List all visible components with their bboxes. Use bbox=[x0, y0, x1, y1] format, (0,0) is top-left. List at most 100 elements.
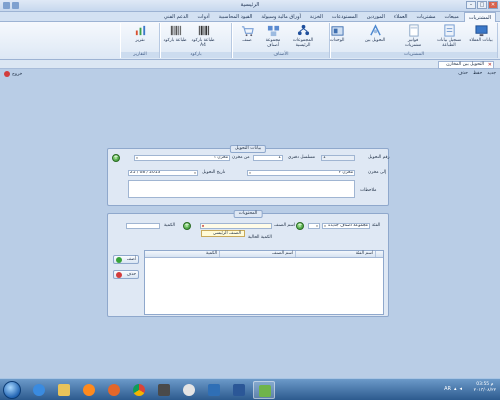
add-icon bbox=[116, 257, 122, 263]
contents-grid: اسم الفئة اسم الصنف الكمية bbox=[144, 250, 384, 315]
taskbar-app[interactable] bbox=[153, 381, 175, 399]
purchase-invoices-button[interactable]: فواتير مشتريات bbox=[400, 24, 426, 48]
settings-doc-icon bbox=[443, 24, 455, 37]
new-button[interactable]: جديد bbox=[487, 71, 496, 76]
taskbar-ie[interactable] bbox=[28, 381, 50, 399]
exit-button[interactable]: خروج bbox=[12, 72, 22, 77]
notes-textarea[interactable] bbox=[128, 180, 355, 198]
taskbar-media[interactable] bbox=[78, 381, 100, 399]
from-store-select[interactable]: ▾ مخزن ١ bbox=[134, 155, 230, 161]
tab-support[interactable]: الدعم الفني bbox=[160, 12, 193, 22]
doc-no-field[interactable]: 1 bbox=[253, 155, 283, 161]
media-player-icon bbox=[83, 384, 95, 396]
word-icon bbox=[233, 384, 245, 396]
tab-treasury[interactable]: الخزنة bbox=[306, 12, 327, 22]
tab-warehouses[interactable]: المستودعات bbox=[328, 12, 362, 22]
clock[interactable]: 03:55 م ٢٠١٣/٠٨/٢٢ bbox=[474, 382, 496, 394]
transfer-between-button[interactable]: التحويل بين bbox=[362, 24, 388, 43]
report-button[interactable]: تقرير bbox=[127, 24, 153, 43]
delete-row-button[interactable]: حذف bbox=[113, 270, 139, 279]
main-groups-button[interactable]: المجموعات الرئيسية bbox=[290, 24, 316, 48]
accounting-app-icon bbox=[259, 385, 271, 397]
ribbon-button-label: بيانات العملاء bbox=[469, 38, 493, 43]
group-dropdown-arrow[interactable]: ▾ bbox=[308, 223, 320, 229]
ribbon-button-label: الوحدات bbox=[329, 38, 345, 43]
group-select[interactable]: ▾ مجموعة أصناف جديدة bbox=[322, 223, 370, 229]
grid-header-item[interactable]: اسم الصنف bbox=[219, 251, 295, 257]
ribbon-group-label: الأصناف bbox=[233, 52, 329, 58]
taskbar-explorer[interactable] bbox=[53, 381, 75, 399]
tab-tools[interactable]: أدوات bbox=[193, 12, 213, 22]
from-store-value: مخزن ١ bbox=[213, 155, 228, 160]
print-barcode-button[interactable]: طباعة باركود bbox=[162, 24, 188, 43]
item-button[interactable]: صنف bbox=[234, 24, 260, 43]
delete-button[interactable]: حذف bbox=[458, 71, 468, 76]
close-tab-icon[interactable]: ✕ bbox=[488, 62, 492, 68]
ribbon-group-label: التقارير bbox=[121, 52, 159, 58]
clock-date: ٢٠١٣/٠٨/٢٢ bbox=[473, 388, 496, 393]
tab-journal[interactable]: القيود المحاسبية bbox=[215, 12, 257, 22]
item-dropdown-option[interactable]: الصنف الرئيسي bbox=[201, 230, 245, 237]
taskbar-eye-app[interactable] bbox=[178, 381, 200, 399]
barcode-icon bbox=[170, 25, 181, 36]
system-tray: AR ▴ ◂ bbox=[444, 386, 462, 392]
group-value: مجموعة أصناف جديدة bbox=[328, 223, 368, 228]
add-row-label: أضف bbox=[126, 257, 136, 262]
qty-field[interactable] bbox=[126, 223, 160, 229]
section-title: بيانات التحويل bbox=[229, 145, 267, 153]
add-group-button[interactable]: + bbox=[296, 222, 304, 230]
add-row-button[interactable]: أضف bbox=[113, 255, 139, 264]
maximize-button[interactable]: □ bbox=[477, 1, 487, 9]
close-button[interactable]: ✕ bbox=[488, 1, 498, 9]
firefox-icon bbox=[108, 384, 120, 396]
transfer-icon bbox=[369, 24, 381, 36]
tab-suppliers[interactable]: الموردين bbox=[363, 12, 389, 22]
ribbon-button-label: فواتير مشتريات bbox=[404, 38, 422, 48]
hierarchy-icon bbox=[297, 24, 309, 36]
date-field[interactable]: ▾ 25 / 08 / 2013 bbox=[128, 170, 198, 176]
grid-header: اسم الفئة اسم الصنف الكمية bbox=[145, 251, 383, 258]
ribbon-button-label: مجموعة أصناف bbox=[265, 38, 281, 48]
units-button[interactable]: الوحدات bbox=[324, 24, 350, 43]
start-button[interactable] bbox=[3, 381, 21, 399]
document-tab-label: التحويل بين المخازن bbox=[446, 62, 484, 67]
tab-purchases[interactable]: المشتريات bbox=[463, 12, 496, 22]
ribbon: المشتريات الأصناف باركود التقارير بيانات… bbox=[0, 22, 500, 60]
save-button[interactable]: حفظ bbox=[473, 71, 482, 76]
from-store-label: من مخزن bbox=[232, 155, 250, 160]
add-item-button[interactable]: + bbox=[183, 222, 191, 230]
invoice-icon bbox=[408, 24, 419, 37]
customers-data-button[interactable]: بيانات العملاء bbox=[468, 24, 494, 43]
grid-select-cell bbox=[375, 251, 383, 257]
item-select[interactable]: ✖ bbox=[200, 223, 272, 229]
document-tab[interactable]: ✕ التحويل بين المخازن bbox=[438, 61, 494, 69]
network-icon[interactable]: ▴ bbox=[454, 386, 457, 392]
grid-header-group[interactable]: اسم الفئة bbox=[295, 251, 375, 257]
item-group-icon bbox=[267, 25, 279, 37]
print-barcode-a4-button[interactable]: طباعة باركود A4 bbox=[190, 24, 216, 48]
minimize-button[interactable]: – bbox=[466, 1, 476, 9]
item-group-button[interactable]: مجموعة أصناف bbox=[260, 24, 286, 48]
tab-customers[interactable]: العملاء bbox=[390, 12, 412, 22]
taskbar-window[interactable] bbox=[203, 381, 225, 399]
taskbar-word[interactable] bbox=[228, 381, 250, 399]
eye-icon bbox=[183, 384, 195, 396]
add-store-button[interactable]: + bbox=[112, 154, 120, 162]
item-label: اسم الصنف bbox=[274, 223, 295, 228]
language-indicator[interactable]: AR bbox=[444, 386, 451, 392]
chevron-down-icon: ▾ bbox=[316, 224, 318, 228]
document-tab-strip: ✕ التحويل بين المخازن bbox=[0, 60, 500, 69]
transfer-no-label: رقم التحويل bbox=[368, 155, 390, 160]
tab-financial-papers[interactable]: أوراق مالية وسيولة bbox=[257, 12, 304, 22]
chevron-down-icon: ▾ bbox=[249, 171, 251, 175]
tab-sales[interactable]: مبيعات bbox=[441, 12, 463, 22]
taskbar-firefox[interactable] bbox=[103, 381, 125, 399]
to-store-value: مخزن ٢ bbox=[338, 170, 353, 175]
volume-icon[interactable]: ◂ bbox=[459, 386, 462, 392]
taskbar-chrome[interactable] bbox=[128, 381, 150, 399]
grid-header-qty[interactable]: الكمية bbox=[145, 251, 219, 257]
print-settings-button[interactable]: تسجيل بيانات الطباعة bbox=[436, 24, 462, 48]
to-store-select[interactable]: ▾ مخزن ٢ bbox=[247, 170, 355, 176]
taskbar-active-app[interactable] bbox=[253, 381, 275, 399]
tab-purchases-2[interactable]: مشتريات bbox=[412, 12, 439, 22]
